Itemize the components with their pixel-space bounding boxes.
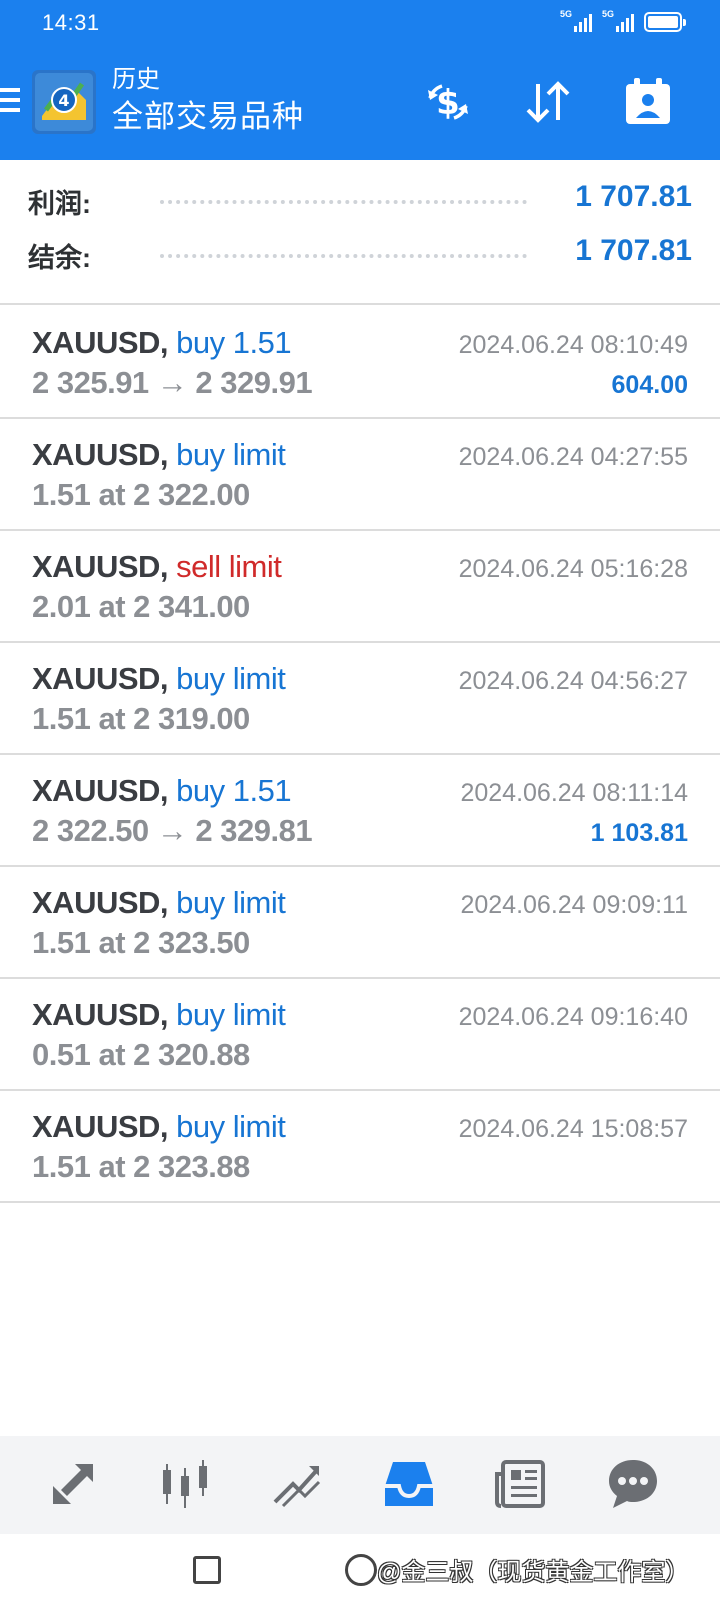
order-row[interactable]: XAUUSD, sell limit 2.01 at 2 341.00 2024… — [0, 531, 720, 643]
deposit-withdraw-icon[interactable]: $ — [422, 76, 474, 128]
order-time: 2024.06.24 05:16:28 — [458, 555, 688, 583]
order-type: sell limit — [176, 549, 282, 584]
order-detail: 1.51 at 2 319.00 — [32, 701, 250, 736]
balance-value: 1 707.81 — [575, 234, 692, 267]
menu-icon[interactable] — [0, 88, 20, 118]
order-type: buy limit — [176, 661, 286, 696]
profit-label: 利润: — [28, 189, 91, 219]
profit-value: 1 707.81 — [575, 180, 692, 213]
metatrader-logo-icon: 4 — [32, 70, 96, 134]
chat-icon[interactable] — [605, 1456, 661, 1512]
profit-row: 利润: 1 707.81 — [28, 180, 692, 222]
order-profit: 1 103.81 — [590, 819, 688, 847]
battery-icon — [644, 12, 686, 32]
symbol-filter-title: 全部交易品种 — [112, 99, 304, 134]
order-type: buy limit — [176, 885, 286, 920]
order-detail: 1.51 at 2 323.88 — [32, 1149, 250, 1184]
history-summary: 利润: 1 707.81 结余: 1 707.81 — [0, 160, 720, 305]
order-time: 2024.06.24 04:27:55 — [458, 443, 688, 471]
order-symbol: XAUUSD, — [32, 549, 169, 584]
order-type: buy limit — [176, 997, 286, 1032]
order-row[interactable]: XAUUSD, buy limit 1.51 at 2 323.88 2024.… — [0, 1091, 720, 1203]
order-type: buy limit — [176, 437, 286, 472]
app-bar: 4 历史 全部交易品种 $ — [0, 46, 720, 160]
order-detail: 2 322.50 → 2 329.81 — [32, 813, 313, 848]
order-time: 2024.06.24 08:10:49 — [458, 331, 688, 359]
calendar-icon[interactable] — [622, 76, 674, 128]
order-symbol: XAUUSD, — [32, 1109, 169, 1144]
order-type: buy 1.51 — [176, 325, 292, 360]
signal-icon-2: 5G — [602, 10, 634, 32]
order-row[interactable]: XAUUSD, buy limit 1.51 at 2 322.00 2024.… — [0, 419, 720, 531]
system-nav-bar: @金三叔（现货黄金工作室） — [0, 1534, 720, 1612]
sort-icon[interactable] — [522, 76, 574, 128]
order-time: 2024.06.24 09:09:11 — [460, 891, 688, 919]
order-symbol: XAUUSD, — [32, 773, 169, 808]
home-button[interactable] — [345, 1554, 377, 1586]
dotted-leader — [160, 200, 527, 204]
order-time: 2024.06.24 15:08:57 — [458, 1115, 688, 1143]
order-symbol: XAUUSD, — [32, 885, 169, 920]
status-bar: 14:31 5G 5G — [0, 0, 720, 46]
order-type: buy 1.51 — [176, 773, 292, 808]
page-title: 历史 — [112, 66, 160, 93]
order-time: 2024.06.24 04:56:27 — [458, 667, 688, 695]
order-symbol: XAUUSD, — [32, 661, 169, 696]
order-row[interactable]: XAUUSD, buy 1.51 2 322.50 → 2 329.81 202… — [0, 755, 720, 867]
order-detail: 2 325.91 → 2 329.91 — [32, 365, 313, 400]
watermark: @金三叔（现货黄金工作室） — [377, 1559, 690, 1586]
order-row[interactable]: XAUUSD, buy 1.51 2 325.91 → 2 329.91 202… — [0, 307, 720, 419]
order-profit: 604.00 — [611, 371, 688, 399]
balance-label: 结余: — [28, 243, 91, 273]
svg-text:4: 4 — [58, 91, 69, 110]
order-time: 2024.06.24 08:11:14 — [460, 779, 688, 807]
order-symbol: XAUUSD, — [32, 325, 169, 360]
dotted-leader — [160, 254, 527, 258]
order-row[interactable]: XAUUSD, buy limit 1.51 at 2 323.50 2024.… — [0, 867, 720, 979]
order-type: buy limit — [176, 1109, 286, 1144]
order-symbol: XAUUSD, — [32, 997, 169, 1032]
chart-icon[interactable] — [157, 1456, 213, 1512]
signal-icon: 5G — [560, 10, 592, 32]
bottom-nav — [0, 1436, 720, 1534]
trade-icon[interactable] — [269, 1456, 325, 1512]
news-icon[interactable] — [493, 1456, 549, 1512]
recent-apps-button[interactable] — [193, 1556, 221, 1584]
order-row[interactable]: XAUUSD, buy limit 1.51 at 2 319.00 2024.… — [0, 643, 720, 755]
quotes-icon[interactable] — [45, 1456, 101, 1512]
order-detail: 0.51 at 2 320.88 — [32, 1037, 250, 1072]
order-detail: 2.01 at 2 341.00 — [32, 589, 250, 624]
order-detail: 1.51 at 2 323.50 — [32, 925, 250, 960]
balance-row: 结余: 1 707.81 — [28, 234, 692, 276]
order-symbol: XAUUSD, — [32, 437, 169, 472]
status-indicators: 5G 5G — [560, 10, 686, 32]
title-block[interactable]: 历史 全部交易品种 — [112, 64, 304, 138]
status-time: 14:31 — [42, 10, 100, 35]
order-time: 2024.06.24 09:16:40 — [458, 1003, 688, 1031]
order-detail: 1.51 at 2 322.00 — [32, 477, 250, 512]
order-row[interactable]: XAUUSD, buy limit 0.51 at 2 320.88 2024.… — [0, 979, 720, 1091]
history-icon[interactable] — [381, 1456, 437, 1512]
